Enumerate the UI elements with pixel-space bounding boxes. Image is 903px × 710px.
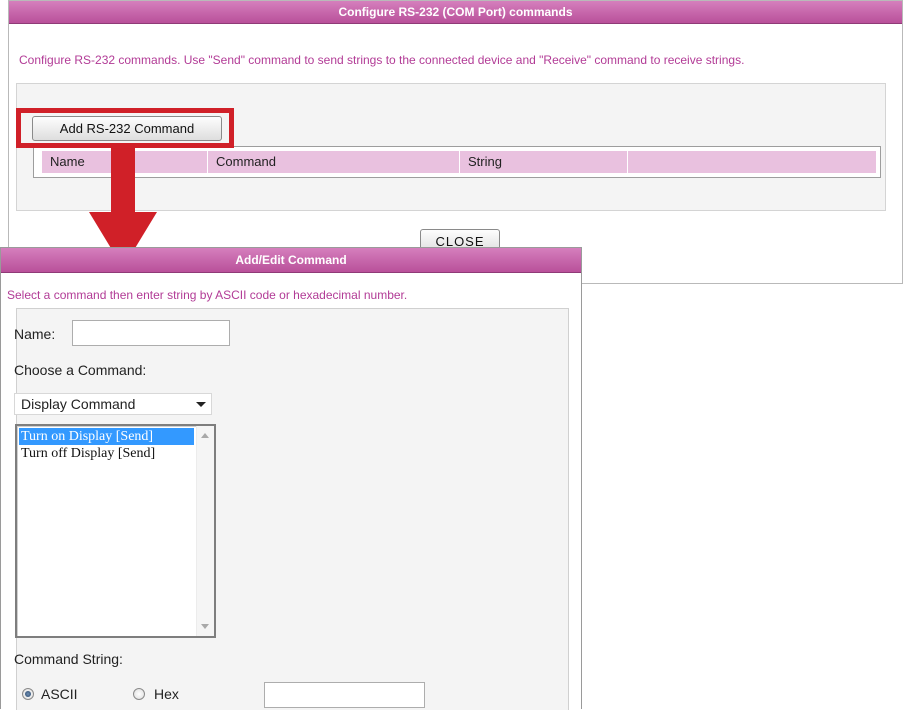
ascii-radio[interactable] (22, 688, 34, 700)
add-edit-dialog-description: Select a command then enter string by AS… (7, 288, 408, 302)
ascii-radio-label[interactable]: ASCII (41, 686, 78, 702)
scroll-up-icon[interactable] (201, 433, 209, 438)
list-item-turn-on-display[interactable]: Turn on Display [Send] (19, 428, 194, 445)
rs232-dialog-title: Configure RS-232 (COM Port) commands (9, 1, 902, 24)
command-string-input[interactable] (264, 682, 425, 708)
command-list: Turn on Display [Send] Turn off Display … (19, 428, 194, 462)
command-string-label: Command String: (14, 651, 123, 667)
column-header-command[interactable]: Command (208, 151, 460, 173)
rs232-command-table: Name Command String (33, 146, 881, 178)
column-header-empty (628, 151, 876, 173)
name-label: Name: (14, 326, 56, 342)
listbox-scrollbar[interactable] (196, 426, 214, 636)
column-header-string[interactable]: String (460, 151, 628, 173)
chevron-down-icon[interactable] (196, 402, 206, 407)
choose-command-label: Choose a Command: (14, 362, 147, 378)
name-input[interactable] (72, 320, 230, 346)
command-listbox[interactable]: Turn on Display [Send] Turn off Display … (15, 424, 216, 638)
add-rs232-command-button[interactable]: Add RS-232 Command (32, 116, 222, 141)
table-header-row: Name Command String (42, 151, 876, 173)
scroll-down-icon[interactable] (201, 624, 209, 629)
command-type-selected-value: Display Command (21, 396, 136, 412)
rs232-dialog-description: Configure RS-232 commands. Use "Send" co… (19, 53, 745, 67)
red-down-arrow-icon (111, 146, 135, 214)
add-edit-command-dialog: Add/Edit Command Select a command then e… (0, 247, 582, 710)
command-type-select[interactable]: Display Command (14, 393, 212, 415)
hex-radio[interactable] (133, 688, 145, 700)
add-edit-dialog-title: Add/Edit Command (1, 248, 581, 273)
list-item-turn-off-display[interactable]: Turn off Display [Send] (19, 445, 194, 462)
hex-radio-label[interactable]: Hex (154, 686, 179, 702)
